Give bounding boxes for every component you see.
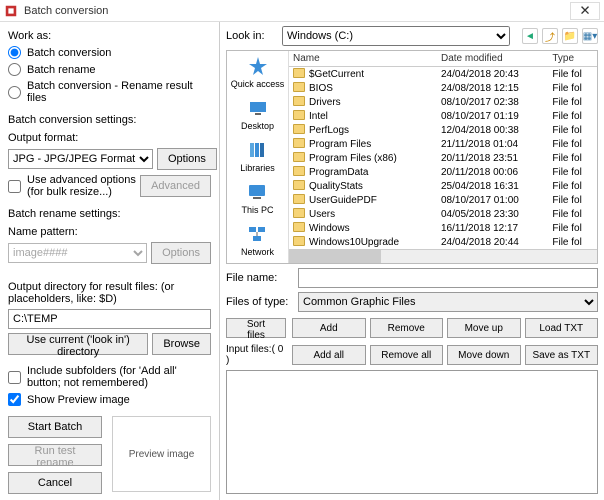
folder-icon bbox=[293, 222, 305, 232]
folder-icon bbox=[293, 208, 305, 218]
table-row[interactable]: QualityStats25/04/2018 16:31File fol bbox=[289, 179, 597, 193]
table-row[interactable]: Drivers08/10/2017 02:38File fol bbox=[289, 95, 597, 109]
save-txt-button[interactable]: Save as TXT bbox=[525, 345, 599, 365]
col-type[interactable]: Type bbox=[548, 51, 597, 67]
folder-icon bbox=[293, 194, 305, 204]
remove-button[interactable]: Remove bbox=[370, 318, 444, 338]
move-down-button[interactable]: Move down bbox=[447, 345, 521, 365]
output-format-select[interactable]: JPG - JPG/JPEG Format bbox=[8, 149, 153, 169]
folder-icon bbox=[293, 124, 305, 134]
cancel-button[interactable]: Cancel bbox=[8, 472, 102, 494]
col-date[interactable]: Date modified bbox=[437, 51, 548, 67]
preview-area: Preview image bbox=[112, 416, 211, 492]
close-button[interactable]: ✕ bbox=[570, 2, 600, 20]
folder-icon bbox=[293, 68, 305, 78]
add-button[interactable]: Add bbox=[292, 318, 366, 338]
app-icon bbox=[4, 4, 18, 18]
window-title: Batch conversion bbox=[24, 5, 570, 17]
input-files-list[interactable] bbox=[226, 370, 598, 494]
table-row[interactable]: Program Files (x86)20/11/2018 23:51File … bbox=[289, 151, 597, 165]
folder-icon bbox=[293, 138, 305, 148]
options-button[interactable]: Options bbox=[157, 148, 217, 170]
run-test-rename-button: Run test rename bbox=[8, 444, 102, 466]
folder-icon bbox=[293, 96, 305, 106]
load-txt-button[interactable]: Load TXT bbox=[525, 318, 599, 338]
places-bar: Quick access Desktop Libraries This PC N… bbox=[227, 51, 289, 263]
new-folder-icon[interactable]: 📁 bbox=[562, 28, 578, 44]
table-row[interactable]: Windows10Upgrade24/04/2018 20:44File fol bbox=[289, 235, 597, 249]
table-row[interactable]: UserGuidePDF08/10/2017 01:00File fol bbox=[289, 193, 597, 207]
up-icon[interactable]: ⤴ bbox=[542, 28, 558, 44]
place-libraries[interactable]: Libraries bbox=[240, 139, 275, 173]
folder-icon bbox=[293, 166, 305, 176]
folder-icon bbox=[293, 180, 305, 190]
folder-icon bbox=[293, 82, 305, 92]
use-current-dir-button[interactable]: Use current ('look in') directory bbox=[8, 333, 148, 355]
place-network[interactable]: Network bbox=[241, 223, 274, 257]
look-in-select[interactable]: Windows (C:) bbox=[282, 26, 510, 46]
work-as-label: Work as: bbox=[8, 30, 211, 42]
show-preview-check[interactable]: Show Preview image bbox=[8, 393, 211, 406]
use-advanced-check[interactable]: Use advanced options (for bulk resize...… bbox=[8, 174, 136, 198]
file-name-label: File name: bbox=[226, 272, 292, 284]
output-dir-label: Output directory for result files: (or p… bbox=[8, 281, 211, 305]
radio-batch-conversion[interactable]: Batch conversion bbox=[8, 46, 211, 59]
table-row[interactable]: Windows16/11/2018 12:17File fol bbox=[289, 221, 597, 235]
name-pattern-select: image#### bbox=[8, 243, 147, 263]
table-row[interactable]: $GetCurrent24/04/2018 20:43File fol bbox=[289, 67, 597, 82]
output-format-label: Output format: bbox=[8, 132, 211, 144]
views-icon[interactable]: ▦▾ bbox=[582, 28, 598, 44]
file-name-input[interactable] bbox=[298, 268, 598, 288]
files-of-type-select[interactable]: Common Graphic Files bbox=[298, 292, 598, 312]
file-list[interactable]: Name Date modified Type $GetCurrent24/04… bbox=[289, 51, 597, 249]
table-row[interactable]: Program Files21/11/2018 01:04File fol bbox=[289, 137, 597, 151]
look-in-label: Look in: bbox=[226, 30, 276, 42]
place-this-pc[interactable]: This PC bbox=[241, 181, 273, 215]
br-settings-label: Batch rename settings: bbox=[8, 208, 211, 220]
col-name[interactable]: Name bbox=[289, 51, 437, 67]
radio-batch-conversion-rename[interactable]: Batch conversion - Rename result files bbox=[8, 80, 211, 104]
include-subfolders-check[interactable]: Include subfolders (for 'Add all' button… bbox=[8, 365, 211, 389]
pattern-options-button: Options bbox=[151, 242, 211, 264]
folder-icon bbox=[293, 110, 305, 120]
table-row[interactable]: ProgramData20/11/2018 00:06File fol bbox=[289, 165, 597, 179]
place-quick-access[interactable]: Quick access bbox=[231, 55, 285, 89]
table-row[interactable]: PerfLogs12/04/2018 00:38File fol bbox=[289, 123, 597, 137]
files-of-type-label: Files of type: bbox=[226, 296, 292, 308]
table-row[interactable]: Users04/05/2018 23:30File fol bbox=[289, 207, 597, 221]
input-files-label: Input files:( 0 ) bbox=[226, 344, 286, 366]
browse-button[interactable]: Browse bbox=[152, 333, 211, 355]
bc-settings-label: Batch conversion settings: bbox=[8, 114, 211, 126]
table-row[interactable]: Intel08/10/2017 01:19File fol bbox=[289, 109, 597, 123]
table-row[interactable]: BIOS24/08/2018 12:15File fol bbox=[289, 81, 597, 95]
remove-all-button[interactable]: Remove all bbox=[370, 345, 444, 365]
place-desktop[interactable]: Desktop bbox=[241, 97, 274, 131]
name-pattern-label: Name pattern: bbox=[8, 226, 211, 238]
sort-files-button[interactable]: Sort files bbox=[226, 318, 286, 338]
move-up-button[interactable]: Move up bbox=[447, 318, 521, 338]
start-batch-button[interactable]: Start Batch bbox=[8, 416, 102, 438]
output-dir-input[interactable] bbox=[8, 309, 211, 329]
folder-icon bbox=[293, 152, 305, 162]
radio-batch-rename[interactable]: Batch rename bbox=[8, 63, 211, 76]
add-all-button[interactable]: Add all bbox=[292, 345, 366, 365]
horizontal-scrollbar[interactable] bbox=[289, 249, 597, 263]
advanced-button: Advanced bbox=[140, 175, 211, 197]
back-icon[interactable]: ◄ bbox=[522, 28, 538, 44]
folder-icon bbox=[293, 236, 305, 246]
